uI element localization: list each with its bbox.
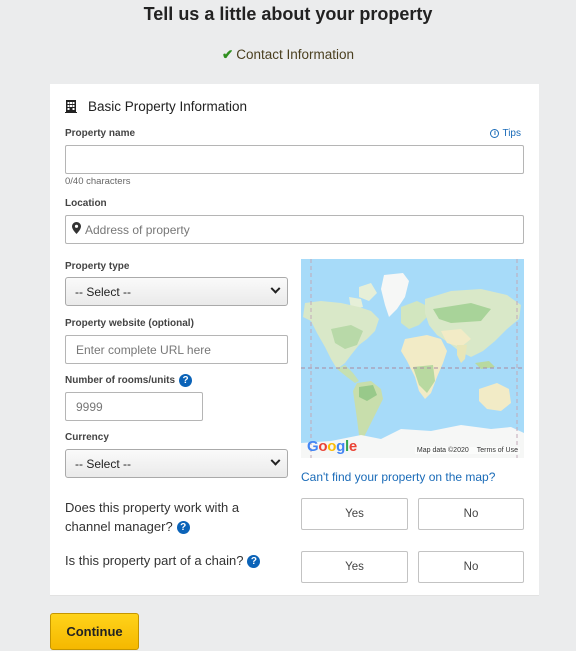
- building-icon: [65, 100, 77, 113]
- channel-manager-question: Does this property work with a channel m…: [65, 498, 275, 536]
- rooms-label-text: Number of rooms/units: [65, 375, 176, 387]
- map-pin-icon: [72, 222, 81, 237]
- chain-yes-button[interactable]: Yes: [301, 551, 408, 583]
- rooms-label: Number of rooms/units?: [65, 374, 193, 387]
- currency-value: -- Select --: [75, 456, 132, 471]
- chevron-down-icon: [270, 283, 281, 294]
- chevron-down-icon: [270, 455, 281, 466]
- section-header: Basic Property Information: [65, 99, 247, 114]
- channel-manager-yes-button[interactable]: Yes: [301, 498, 408, 530]
- continue-button[interactable]: Continue: [50, 613, 139, 650]
- location-input[interactable]: Address of property: [65, 215, 524, 244]
- property-type-select[interactable]: -- Select --: [65, 277, 288, 306]
- page-title: Tell us a little about your property: [143, 4, 433, 24]
- property-name-label: Property name: [65, 128, 136, 139]
- map-attribution: Map data ©2020 Terms of Use: [414, 447, 520, 454]
- cant-find-property-link[interactable]: Can't find your property on the map?: [301, 470, 495, 484]
- rooms-input[interactable]: 9999: [65, 392, 203, 421]
- tips-link[interactable]: i Tips: [490, 128, 521, 139]
- website-label: Property website (optional): [65, 318, 194, 329]
- help-icon[interactable]: ?: [176, 521, 190, 535]
- info-icon: i: [490, 129, 500, 138]
- terms-of-use-link[interactable]: Terms of Use: [477, 447, 518, 454]
- tips-label: Tips: [502, 128, 521, 139]
- property-type-value: -- Select --: [75, 284, 132, 299]
- chain-no-button[interactable]: No: [418, 551, 524, 583]
- map[interactable]: Google Map data ©2020 Terms of Use: [301, 259, 524, 458]
- currency-label: Currency: [65, 432, 109, 443]
- help-icon[interactable]: ?: [247, 555, 261, 569]
- chain-question-text: Is this property part of a chain?: [65, 553, 244, 568]
- character-counter: 0/40 characters: [65, 176, 131, 187]
- help-icon[interactable]: ?: [179, 374, 193, 387]
- completed-step-label: Contact Information: [236, 47, 355, 62]
- completed-step: ✔ Contact Information: [0, 47, 576, 63]
- currency-select[interactable]: -- Select --: [65, 449, 288, 478]
- rooms-placeholder: 9999: [76, 399, 103, 414]
- map-data-text: Map data ©2020: [416, 447, 469, 454]
- checkmark-icon: ✔: [221, 47, 234, 62]
- property-name-input[interactable]: [65, 145, 524, 174]
- channel-manager-no-button[interactable]: No: [418, 498, 524, 530]
- property-type-label: Property type: [65, 261, 130, 272]
- website-placeholder: Enter complete URL here: [76, 342, 211, 357]
- location-placeholder: Address of property: [85, 222, 190, 237]
- chain-question: Is this property part of a chain??: [65, 551, 295, 570]
- google-logo: Google: [307, 438, 357, 455]
- channel-manager-text: Does this property work with a channel m…: [65, 500, 240, 534]
- section-title: Basic Property Information: [88, 99, 248, 114]
- location-label: Location: [65, 198, 107, 209]
- world-map-graphic: [301, 259, 524, 458]
- property-info-card: Basic Property Information Property name…: [50, 84, 539, 596]
- website-input[interactable]: Enter complete URL here: [65, 335, 288, 364]
